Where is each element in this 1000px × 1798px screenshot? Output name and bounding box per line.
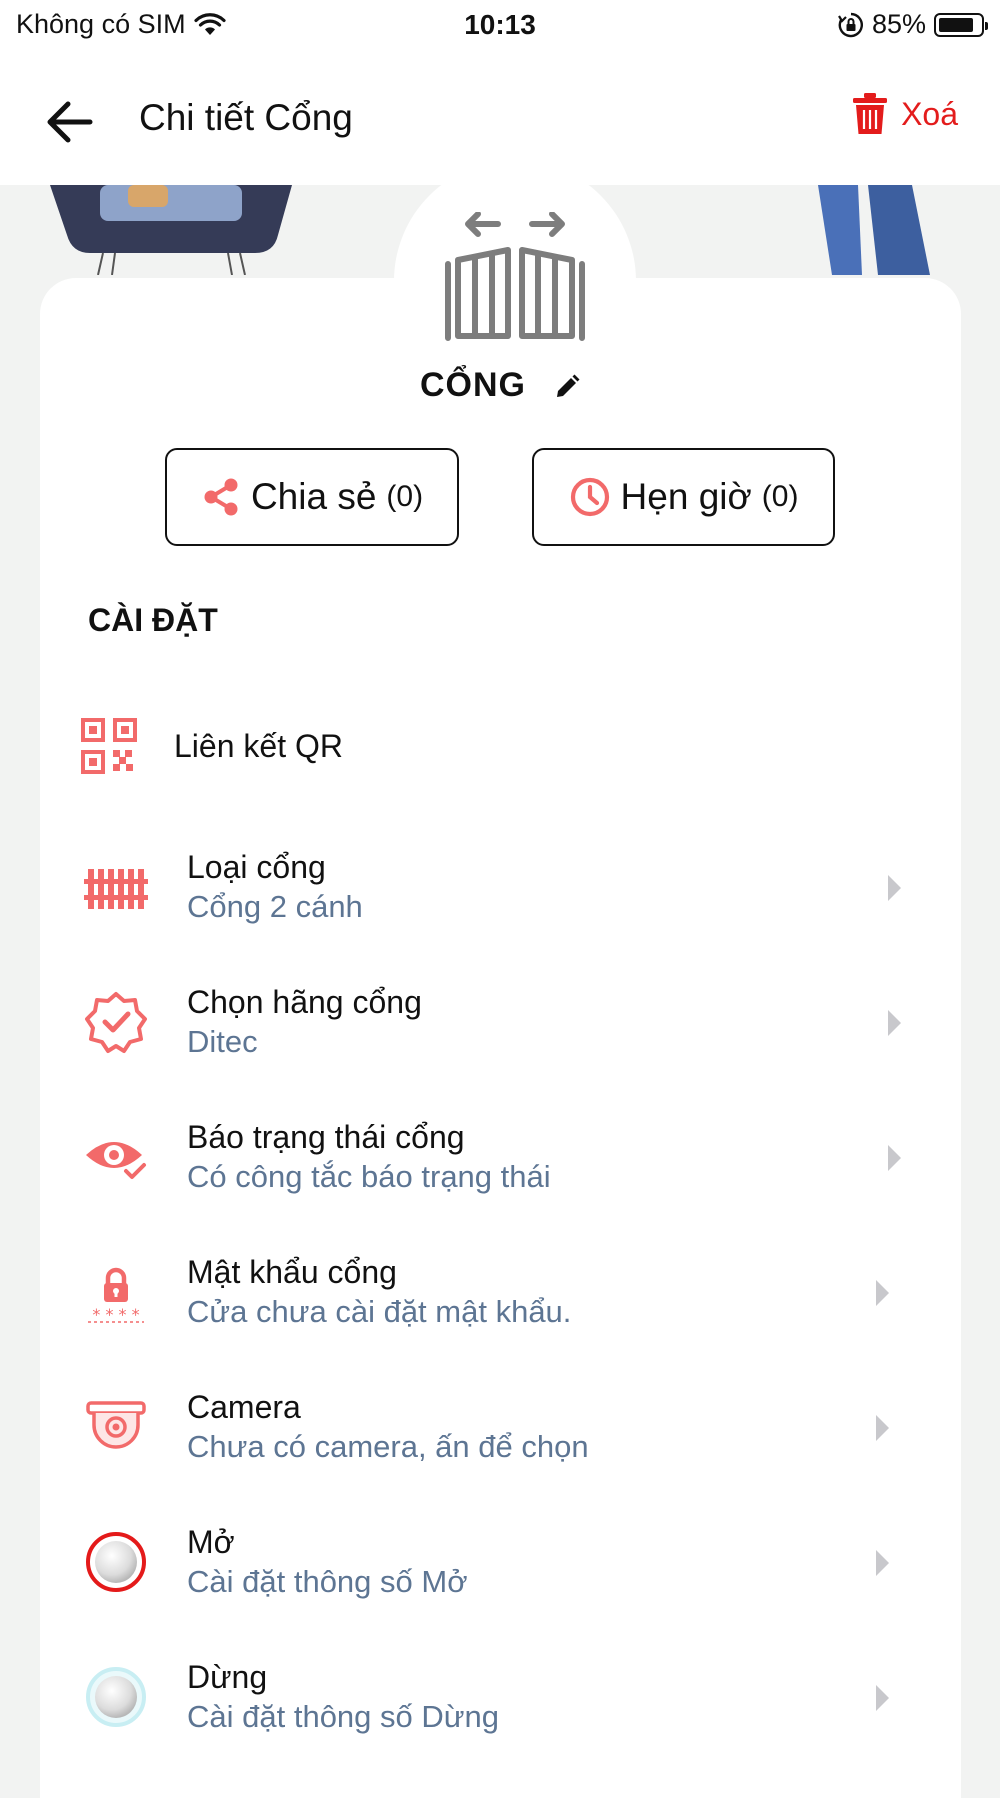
- delete-button[interactable]: Xoá: [851, 92, 958, 136]
- timer-label: Hẹn giờ: [620, 476, 752, 517]
- share-count: (0): [386, 480, 424, 513]
- settings-row-open[interactable]: Mở Cài đặt thông số Mở: [40, 1502, 961, 1622]
- arrow-left-icon: [47, 101, 93, 143]
- timer-button[interactable]: Hẹn giờ (0): [532, 448, 835, 546]
- gate-type-title: Loại cổng: [187, 849, 326, 885]
- gate-status-title: Báo trạng thái cổng: [187, 1119, 465, 1155]
- camera-value: Chưa có camera, ấn để chọn: [187, 1429, 589, 1464]
- settings-row-gate-brand[interactable]: Chọn hãng cổng Ditec: [40, 962, 961, 1082]
- pencil-icon[interactable]: [554, 374, 580, 400]
- status-bar: Không có SIM 10:13 85%: [0, 0, 1000, 52]
- chevron-right-icon: [876, 1550, 889, 1576]
- share-label: Chia sẻ: [250, 476, 377, 517]
- chevron-right-icon: [888, 875, 901, 901]
- orientation-lock-icon: [838, 12, 863, 37]
- timer-count: (0): [761, 480, 799, 513]
- trash-icon: [853, 93, 888, 134]
- settings-section-title: CÀI ĐẶT: [88, 602, 218, 638]
- settings-row-qr[interactable]: Liên kết QR: [40, 688, 961, 808]
- settings-row-gate-password[interactable]: * * * * Mật khẩu cổng Cửa chưa cài đặt m…: [40, 1232, 961, 1352]
- share-button[interactable]: Chia sẻ (0): [165, 448, 459, 546]
- chevron-right-icon: [888, 1145, 901, 1171]
- back-button[interactable]: [40, 92, 100, 152]
- battery-percent: 85%: [871, 9, 926, 39]
- page-title: Chi tiết Cổng: [139, 97, 353, 138]
- gate-password-value: Cửa chưa cài đặt mật khẩu.: [187, 1294, 572, 1329]
- gate-brand-title: Chọn hãng cổng: [187, 984, 422, 1020]
- settings-row-gate-status[interactable]: Báo trạng thái cổng Có công tắc báo trạn…: [40, 1097, 961, 1217]
- gate-password-title: Mật khẩu cổng: [187, 1254, 397, 1290]
- lock-password-icon: * * * *: [88, 1267, 144, 1324]
- chevron-right-icon: [888, 1010, 901, 1036]
- qr-code-icon: [81, 718, 137, 774]
- open-title: Mở: [187, 1524, 235, 1560]
- clock-icon: [570, 477, 609, 517]
- chevron-right-icon: [876, 1685, 889, 1711]
- fence-icon: [84, 869, 148, 909]
- chevron-right-icon: [876, 1415, 889, 1441]
- battery-info: 85%: [838, 9, 988, 40]
- battery-icon: [934, 12, 988, 37]
- verified-badge-icon: [85, 992, 147, 1053]
- open-button-icon: [86, 1532, 146, 1592]
- gate-icon: [445, 212, 585, 341]
- stop-value: Cài đặt thông số Dừng: [187, 1699, 499, 1734]
- gate-status-value: Có công tắc báo trạng thái: [187, 1159, 551, 1194]
- qr-label: Liên kết QR: [174, 728, 343, 764]
- camera-icon: [86, 1401, 146, 1449]
- eye-check-icon: [86, 1142, 148, 1184]
- share-icon: [204, 478, 238, 516]
- settings-row-camera[interactable]: Camera Chưa có camera, ấn để chọn: [40, 1367, 961, 1487]
- gate-brand-value: Ditec: [187, 1024, 258, 1059]
- gate-type-value: Cổng 2 cánh: [187, 889, 363, 924]
- settings-row-gate-type[interactable]: Loại cổng Cổng 2 cánh: [40, 827, 961, 947]
- stop-title: Dừng: [187, 1659, 268, 1695]
- chevron-right-icon: [876, 1280, 889, 1306]
- device-name-label: CỔNG: [420, 366, 526, 404]
- stop-button-icon: [86, 1667, 146, 1727]
- camera-title: Camera: [187, 1389, 301, 1425]
- svg-text:* * * *: * * * *: [92, 1305, 139, 1324]
- device-name: CỔNG: [0, 366, 1000, 405]
- open-value: Cài đặt thông số Mở: [187, 1564, 468, 1599]
- delete-label: Xoá: [901, 95, 958, 132]
- settings-row-stop[interactable]: Dừng Cài đặt thông số Dừng: [40, 1637, 961, 1757]
